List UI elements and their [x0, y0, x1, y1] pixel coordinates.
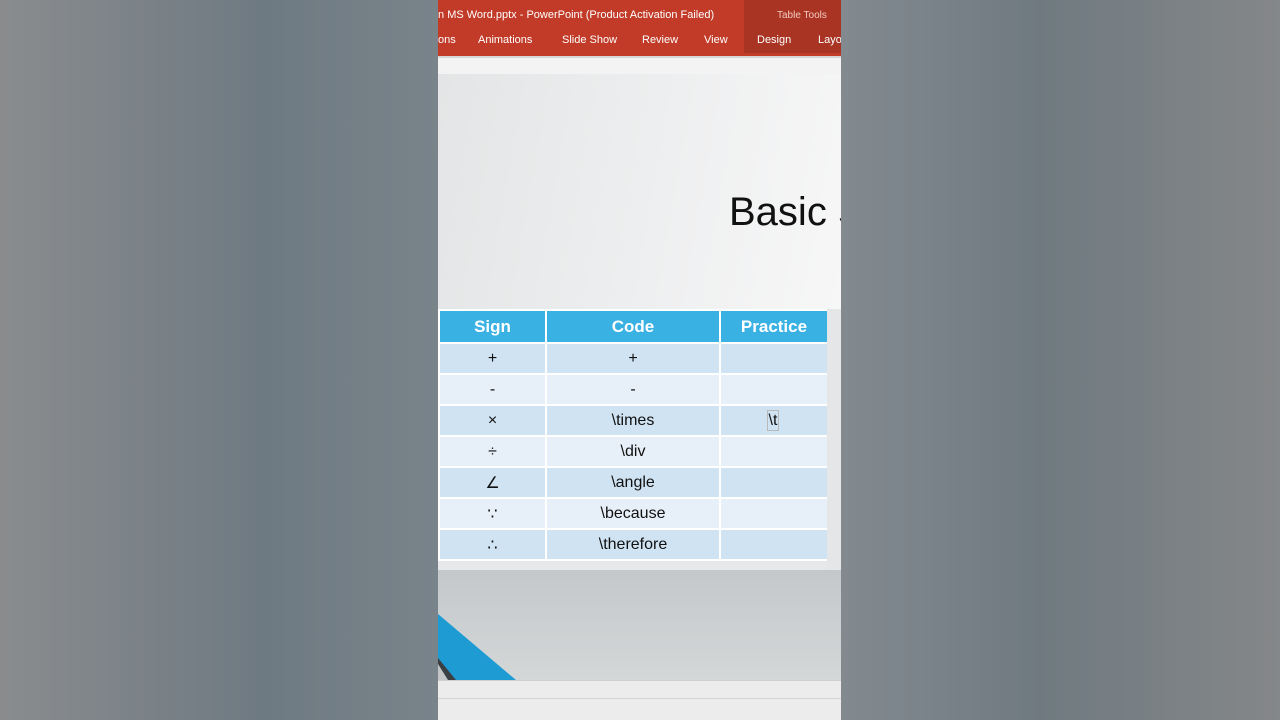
text-cursor	[778, 411, 780, 430]
ribbon-collapsed-area	[438, 56, 841, 76]
ribbon-bar: n MS Word.pptx - PowerPoint (Product Act…	[438, 0, 841, 56]
cell-code[interactable]: \div	[545, 435, 721, 468]
table-row: ∴ \therefore	[438, 528, 829, 561]
table-header-row: Sign Code Practice	[438, 309, 829, 344]
background-right	[841, 0, 1280, 720]
tab-layout[interactable]: Layo	[818, 34, 841, 46]
cell-practice[interactable]	[719, 466, 829, 499]
table-row: + +	[438, 342, 829, 375]
header-practice[interactable]: Practice	[719, 309, 829, 344]
tab-review[interactable]: Review	[642, 34, 678, 46]
cell-sign[interactable]: ∠	[438, 466, 547, 499]
slide-decoration-stripe	[438, 614, 516, 680]
window-title: n MS Word.pptx - PowerPoint (Product Act…	[438, 9, 715, 21]
cell-practice[interactable]	[719, 528, 829, 561]
cell-sign[interactable]: ∴	[438, 528, 547, 561]
cell-code[interactable]: \angle	[545, 466, 721, 499]
background-left	[0, 0, 438, 720]
cell-sign[interactable]: -	[438, 373, 547, 406]
tab-animations[interactable]: Animations	[478, 34, 532, 46]
table-right-margin	[827, 309, 841, 570]
cell-sign[interactable]: ∵	[438, 497, 547, 530]
header-sign[interactable]: Sign	[438, 309, 547, 344]
cell-sign[interactable]: ×	[438, 404, 547, 437]
symbols-table[interactable]: Sign Code Practice + + - - × \times \t ÷…	[438, 309, 829, 561]
status-bar	[438, 680, 841, 720]
table-row: × \times \t	[438, 404, 829, 437]
cell-sign[interactable]: ÷	[438, 435, 547, 468]
status-divider	[438, 698, 841, 699]
header-code[interactable]: Code	[545, 309, 721, 344]
cell-code[interactable]: \therefore	[545, 528, 721, 561]
tab-transitions[interactable]: ons	[438, 34, 456, 46]
slide-title[interactable]: Basic S	[729, 190, 841, 235]
cell-code[interactable]: +	[545, 342, 721, 375]
table-row: ÷ \div	[438, 435, 829, 468]
cell-practice[interactable]	[719, 497, 829, 530]
cell-practice[interactable]	[719, 435, 829, 468]
tab-view[interactable]: View	[704, 34, 728, 46]
table-row: ∠ \angle	[438, 466, 829, 499]
cell-sign[interactable]: +	[438, 342, 547, 375]
cell-practice-editing[interactable]: \t	[719, 404, 829, 437]
tab-design[interactable]: Design	[757, 34, 791, 46]
table-row: - -	[438, 373, 829, 406]
powerpoint-window: n MS Word.pptx - PowerPoint (Product Act…	[438, 0, 841, 720]
table-row: ∵ \because	[438, 497, 829, 530]
tab-slide-show[interactable]: Slide Show	[562, 34, 617, 46]
practice-input-text[interactable]: \t	[766, 409, 780, 431]
cell-practice[interactable]	[719, 373, 829, 406]
cell-code[interactable]: -	[545, 373, 721, 406]
cell-code[interactable]: \because	[545, 497, 721, 530]
cell-code[interactable]: \times	[545, 404, 721, 437]
cell-practice[interactable]	[719, 342, 829, 375]
table-tools-label: Table Tools	[777, 10, 827, 21]
